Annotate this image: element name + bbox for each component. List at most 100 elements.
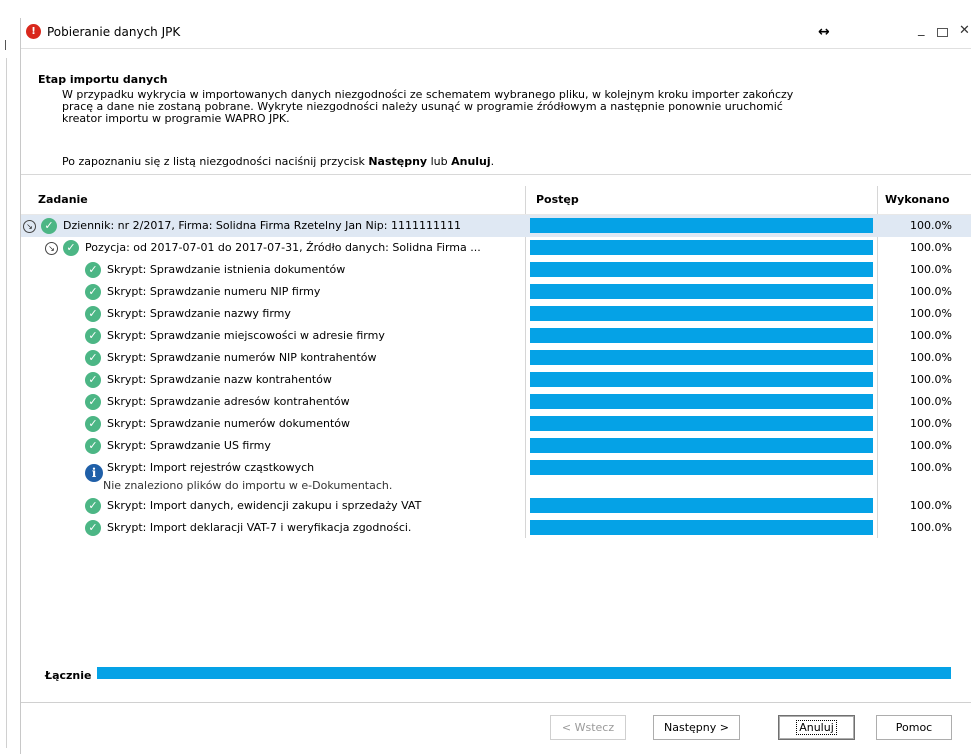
task-progress-fill: [530, 520, 873, 535]
task-progress-bar: [530, 350, 873, 365]
minimize-button[interactable]: _: [918, 22, 932, 40]
task-row[interactable]: ✓ Skrypt: Import deklaracji VAT-7 i weryf…: [21, 517, 971, 539]
task-percent: 100.0%: [910, 499, 952, 512]
cancel-button-label: Anuluj: [796, 720, 837, 735]
task-progress-bar: [530, 328, 873, 343]
help-button[interactable]: Pomoc: [876, 715, 952, 740]
task-progress-fill: [530, 350, 873, 365]
task-label: Dziennik: nr 2/2017, Firma: Solidna Firm…: [63, 219, 461, 232]
task-progress-bar: [530, 498, 873, 513]
task-progress-bar: [530, 306, 873, 321]
task-row[interactable]: ✓ Skrypt: Sprawdzanie numerów NIP kontrah…: [21, 347, 971, 369]
column-header-task[interactable]: Zadanie: [38, 186, 88, 214]
total-progress-bar: [97, 667, 951, 679]
total-label: Łącznie: [45, 669, 92, 682]
hint-suffix: .: [490, 155, 495, 168]
task-row[interactable]: ✓ Skrypt: Sprawdzanie numeru NIP firmy 100…: [21, 281, 971, 303]
task-label: Skrypt: Import danych, ewidencji zakupu …: [107, 499, 422, 512]
task-label: Skrypt: Sprawdzanie nazwy firmy: [107, 307, 291, 320]
check-success-icon: ✓: [85, 416, 101, 432]
task-label: Skrypt: Sprawdzanie adresów kontrahentów: [107, 395, 350, 408]
task-progress-bar: [530, 218, 873, 233]
task-progress-bar: [530, 438, 873, 453]
check-success-icon: ✓: [85, 372, 101, 388]
task-progress-bar: [530, 416, 873, 431]
maximize-button[interactable]: [937, 28, 948, 37]
column-header-progress[interactable]: Postęp: [536, 186, 579, 214]
task-percent: 100.0%: [910, 351, 952, 364]
task-label: Skrypt: Sprawdzanie US firmy: [107, 439, 271, 452]
check-success-icon: ✓: [85, 284, 101, 300]
task-label: Skrypt: Sprawdzanie numerów NIP kontrahe…: [107, 351, 377, 364]
task-progress-bar: [530, 372, 873, 387]
task-percent: 100.0%: [910, 307, 952, 320]
check-success-icon: ✓: [85, 262, 101, 278]
task-row[interactable]: ✓ Skrypt: Sprawdzanie numerów dokumentów 1…: [21, 413, 971, 435]
task-percent: 100.0%: [910, 395, 952, 408]
column-header-done[interactable]: Wykonano: [885, 186, 950, 214]
check-success-icon: ✓: [41, 218, 57, 234]
task-progress-fill: [530, 416, 873, 431]
cancel-button[interactable]: Anuluj: [778, 715, 855, 740]
task-row[interactable]: i Skrypt: Import rejestrów cząstkowych Nie…: [21, 457, 971, 495]
task-progress-bar: [530, 284, 873, 299]
task-row[interactable]: ✓ Skrypt: Sprawdzanie nazw kontrahentów 10…: [21, 369, 971, 391]
task-percent: 100.0%: [910, 417, 952, 430]
task-percent: 100.0%: [910, 263, 952, 276]
stage-description: W przypadku wykrycia w importowanych dan…: [62, 88, 794, 125]
task-progress-bar: [530, 262, 873, 277]
task-row[interactable]: ✓ Skrypt: Sprawdzanie miejscowości w adre…: [21, 325, 971, 347]
task-progress-fill: [530, 460, 873, 475]
expand-toggle-icon[interactable]: ↘: [45, 242, 58, 255]
check-success-icon: ✓: [85, 520, 101, 536]
title-bar[interactable]: ! Pobieranie danych JPK ↔ _ ✕: [21, 18, 971, 48]
hint-next-word: Następny: [368, 155, 428, 168]
task-progress-bar: [530, 240, 873, 255]
task-row[interactable]: ✓ Skrypt: Import danych, ewidencji zakupu…: [21, 495, 971, 517]
task-label: Skrypt: Sprawdzanie numerów dokumentów: [107, 417, 351, 430]
task-percent: 100.0%: [910, 373, 952, 386]
resize-arrows-icon[interactable]: ↔: [818, 24, 830, 40]
total-progress-fill: [97, 667, 951, 679]
info-icon: i: [85, 464, 103, 482]
expand-toggle-icon[interactable]: ↘: [23, 220, 36, 233]
task-progress-fill: [530, 498, 873, 513]
task-label: Pozycja: od 2017-07-01 do 2017-07-31, Źr…: [85, 241, 481, 254]
task-progress-fill: [530, 218, 873, 233]
task-row[interactable]: ✓ Skrypt: Sprawdzanie US firmy 100.0%: [21, 435, 971, 457]
check-success-icon: ✓: [85, 350, 101, 366]
check-success-icon: ✓: [85, 438, 101, 454]
import-wizard-window: ! Pobieranie danych JPK ↔ _ ✕ Etap impor…: [20, 18, 971, 754]
check-success-icon: ✓: [85, 498, 101, 514]
task-grid[interactable]: Zadanie Postęp Wykonano ↘ ✓ Dziennik: nr 2…: [21, 186, 971, 545]
background-edge-line: [6, 58, 7, 748]
wizard-header: Etap importu danych W przypadku wykrycia…: [21, 48, 971, 203]
back-button[interactable]: < Wstecz: [550, 715, 626, 740]
task-percent: 100.0%: [910, 439, 952, 452]
background-edge-mark: [5, 40, 6, 50]
task-label: Skrypt: Sprawdzanie istnienia dokumentów: [107, 263, 346, 276]
task-row[interactable]: ↘ ✓ Dziennik: nr 2/2017, Firma: Solidna Fi…: [21, 215, 971, 237]
stage-title: Etap importu danych: [38, 73, 168, 86]
task-percent: 100.0%: [910, 219, 952, 232]
task-percent: 100.0%: [910, 285, 952, 298]
task-label: Skrypt: Sprawdzanie numeru NIP firmy: [107, 285, 321, 298]
task-progress-bar: [530, 520, 873, 535]
task-label: Skrypt: Import deklaracji VAT-7 i weryfi…: [107, 521, 412, 534]
task-percent: 100.0%: [910, 461, 952, 474]
hint-prefix: Po zapoznaniu się z listą niezgodności n…: [62, 155, 369, 168]
task-progress-fill: [530, 328, 873, 343]
check-success-icon: ✓: [85, 394, 101, 410]
check-success-icon: ✓: [63, 240, 79, 256]
task-row[interactable]: ✓ Skrypt: Sprawdzanie istnienia dokumentó…: [21, 259, 971, 281]
task-label: Skrypt: Sprawdzanie nazw kontrahentów: [107, 373, 332, 386]
next-button[interactable]: Następny >: [653, 715, 740, 740]
app-logo-icon: !: [26, 24, 41, 39]
check-success-icon: ✓: [85, 306, 101, 322]
window-title: Pobieranie danych JPK: [47, 25, 181, 39]
task-label: Skrypt: Sprawdzanie miejscowości w adres…: [107, 329, 385, 342]
task-row[interactable]: ✓ Skrypt: Sprawdzanie nazwy firmy 100.0%: [21, 303, 971, 325]
task-row[interactable]: ✓ Skrypt: Sprawdzanie adresów kontrahentó…: [21, 391, 971, 413]
task-row[interactable]: ↘ ✓ Pozycja: od 2017-07-01 do 2017-07-31, …: [21, 237, 971, 259]
close-button[interactable]: ✕: [959, 23, 970, 38]
